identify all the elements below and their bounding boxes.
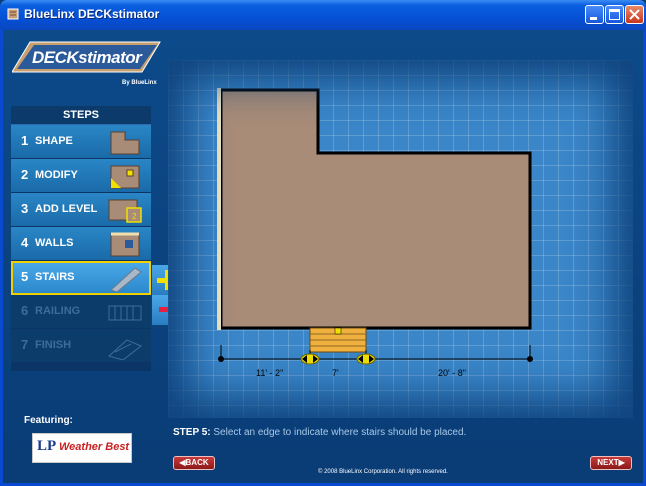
step-number: 4: [21, 235, 29, 250]
minimize-icon: [590, 17, 597, 20]
finish-icon: [107, 339, 142, 360]
logo-tagline: By BlueLinx: [122, 80, 157, 86]
deck-canvas[interactable]: 11' - 2" 7' 20' - 8": [168, 60, 633, 418]
add-level-icon: 2: [108, 199, 142, 223]
close-button[interactable]: [625, 5, 644, 24]
step-number: 7: [21, 337, 29, 352]
copyright-text: © 2008 BlueLinx Corporation. All rights …: [318, 469, 448, 475]
instruction-text: STEP 5: Select an edge to indicate where…: [173, 427, 466, 438]
instruction-message: Select an edge to indicate where stairs …: [213, 427, 467, 438]
step-finish: 7 FINISH: [11, 329, 151, 363]
logo-text: DECKstimator: [32, 48, 142, 67]
step-number: 2: [21, 167, 29, 182]
weatherbest-brand: Weather Best: [59, 441, 130, 453]
steps-header: STEPS: [11, 106, 151, 125]
step-label: MODIFY: [35, 169, 78, 181]
back-label: BACK: [185, 458, 209, 467]
step-number: 3: [21, 201, 29, 216]
maximize-icon: [609, 9, 620, 20]
walls-icon: [110, 232, 140, 257]
dimension-line: [218, 345, 533, 362]
stairs-icon: [110, 267, 142, 292]
deck-surface: [219, 88, 532, 330]
minimize-button[interactable]: [585, 5, 604, 24]
lp-brand: LP: [37, 438, 57, 454]
featuring-label: Featuring:: [24, 415, 73, 426]
step-number: 6: [21, 303, 29, 318]
step-modify[interactable]: 2 MODIFY: [11, 159, 151, 193]
close-icon: [629, 9, 640, 20]
dimension-label-right: 20' - 8": [438, 368, 466, 378]
house-wall: [217, 88, 221, 330]
next-label: NEXT: [597, 458, 619, 467]
step-label: ADD LEVEL: [35, 203, 98, 215]
shape-icon: [110, 131, 140, 155]
maximize-button[interactable]: [605, 5, 624, 24]
instruction-step: STEP 5:: [173, 427, 211, 438]
step-label: SHAPE: [35, 135, 73, 147]
step-label: WALLS: [35, 237, 74, 249]
svg-text:2: 2: [132, 212, 137, 221]
step-railing: 6 RAILING: [11, 295, 151, 329]
next-button[interactable]: NEXT▶: [590, 456, 632, 470]
modify-icon: [110, 165, 140, 189]
step-label: STAIRS: [35, 271, 75, 283]
back-button[interactable]: ◀BACK: [173, 456, 215, 470]
deckstimator-logo: DECKstimator By BlueLinx: [11, 40, 162, 90]
dimension-label-stairs: 7': [332, 368, 339, 378]
stair-handle-right: [356, 353, 376, 365]
step-number: 1: [21, 133, 29, 148]
step-walls[interactable]: 4 WALLS: [11, 227, 151, 261]
step-add-level[interactable]: 3 ADD LEVEL 2: [11, 193, 151, 227]
stairs: [309, 327, 367, 353]
stair-handle-left: [300, 353, 320, 365]
app-icon: [7, 8, 19, 20]
step-label: RAILING: [35, 305, 81, 317]
title-bar: BlueLinx DECKstimator: [0, 0, 646, 30]
next-arrow-icon: ▶: [618, 458, 625, 467]
deck-drawing: [217, 88, 533, 365]
step-number: 5: [21, 269, 29, 284]
dimension-label-left: 11' - 2": [256, 368, 284, 378]
step-label: FINISH: [35, 339, 72, 351]
window-title: BlueLinx DECKstimator: [24, 7, 160, 21]
lp-weatherbest-logo: LP Weather Best: [32, 433, 132, 463]
step-stairs[interactable]: 5 STAIRS: [11, 261, 151, 295]
railing-icon: [108, 305, 142, 321]
steps-panel: STEPS 1 SHAPE 2 MODIFY 3 ADD LEVEL 2 4 W…: [11, 106, 151, 371]
step-shape[interactable]: 1 SHAPE: [11, 125, 151, 159]
